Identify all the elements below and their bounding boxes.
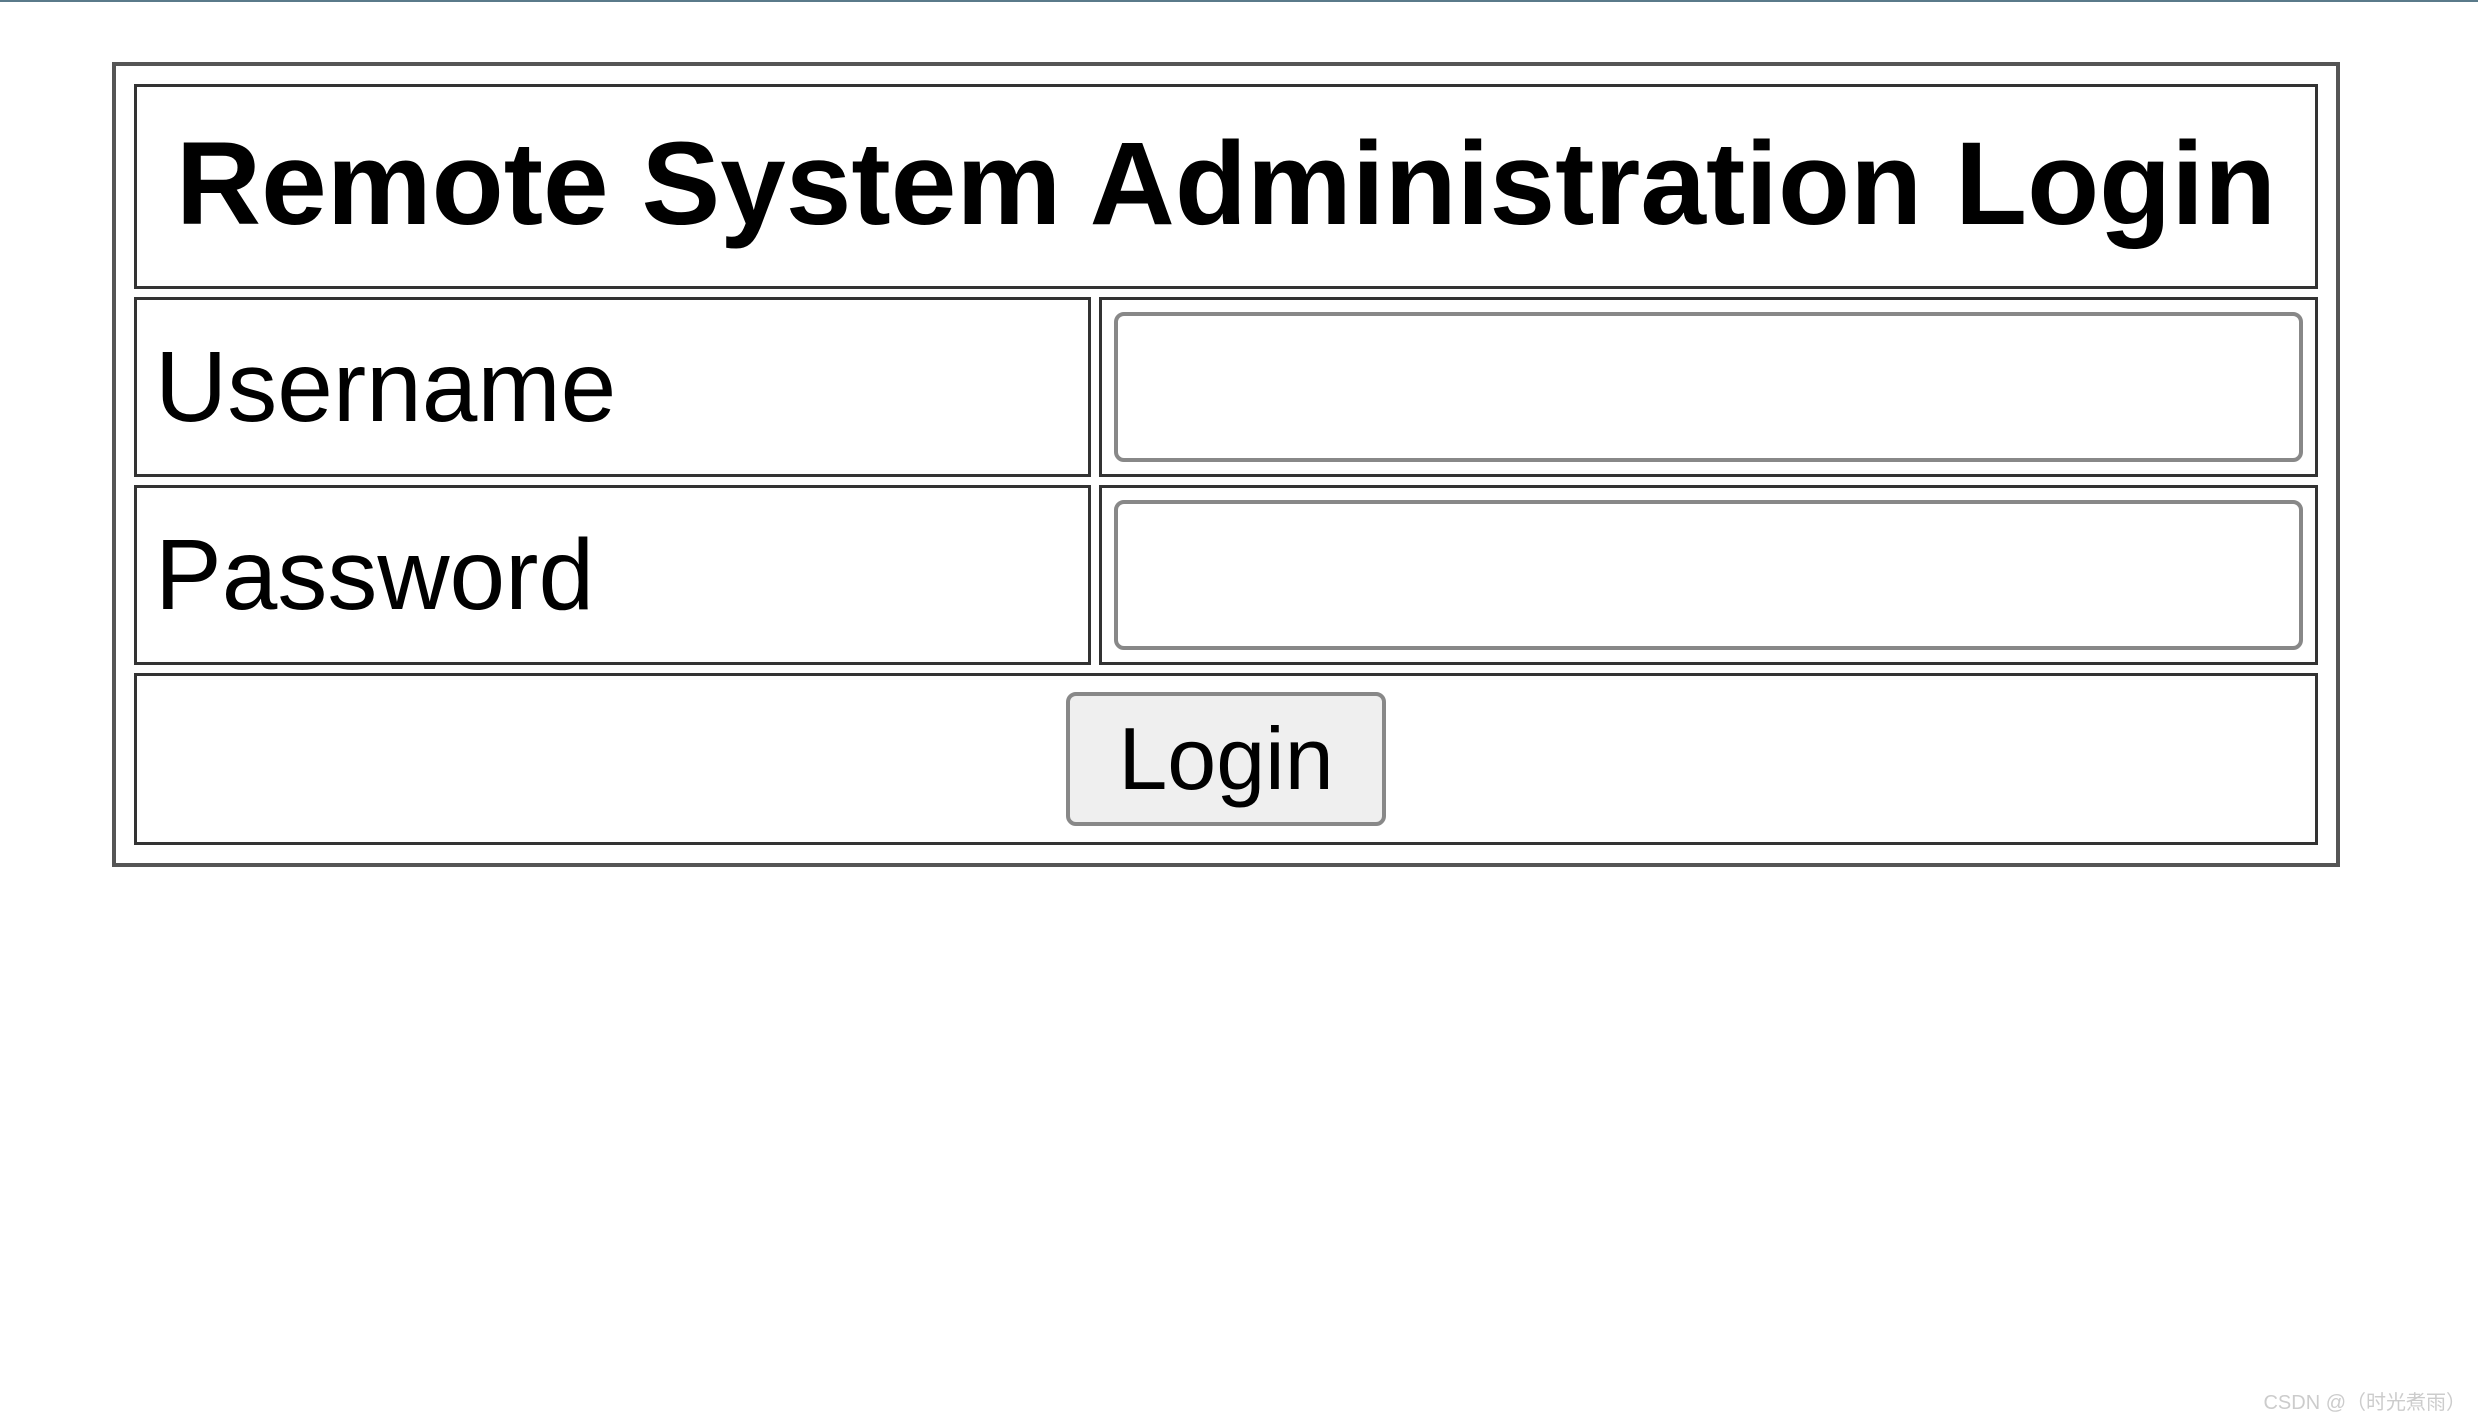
username-input-cell xyxy=(1099,297,2318,477)
username-label: Username xyxy=(134,297,1091,477)
login-form-container: Remote System Administration Login Usern… xyxy=(112,62,2340,867)
watermark: CSDN @（时光煮雨） xyxy=(2263,1386,2466,1415)
login-table: Remote System Administration Login Usern… xyxy=(126,76,2326,853)
page-title: Remote System Administration Login xyxy=(147,105,2305,264)
login-button[interactable]: Login xyxy=(1066,692,1385,826)
password-input-cell xyxy=(1099,485,2318,665)
username-input[interactable] xyxy=(1114,312,2303,462)
button-cell: Login xyxy=(134,673,2318,845)
title-cell: Remote System Administration Login xyxy=(134,84,2318,289)
password-input[interactable] xyxy=(1114,500,2303,650)
password-label: Password xyxy=(134,485,1091,665)
